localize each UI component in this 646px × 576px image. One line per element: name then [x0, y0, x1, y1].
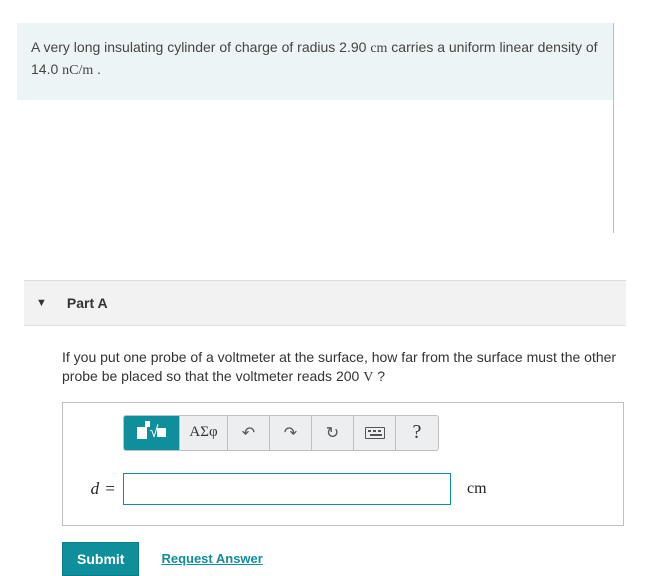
reset-icon: ↻	[326, 423, 339, 443]
templates-button[interactable]: √	[124, 416, 180, 450]
answer-unit: cm	[467, 480, 487, 498]
answer-input[interactable]	[123, 473, 451, 505]
request-answer-link[interactable]: Request Answer	[161, 551, 262, 566]
part-header[interactable]: ▼ Part A	[24, 280, 626, 326]
greek-label: ΑΣφ	[189, 424, 217, 441]
input-row: d = cm	[81, 473, 605, 505]
help-label: ?	[413, 421, 422, 444]
undo-icon: ↶	[242, 423, 255, 443]
templates-icon: √	[137, 425, 167, 441]
redo-icon: ↷	[284, 423, 297, 443]
problem-text-after: .	[93, 61, 101, 77]
equals-sign: =	[101, 479, 115, 498]
undo-button[interactable]: ↶	[228, 416, 270, 450]
submit-button[interactable]: Submit	[62, 542, 139, 576]
variable-name: d	[91, 479, 100, 498]
problem-unit-cm: cm	[370, 41, 387, 56]
keyboard-icon	[365, 427, 385, 439]
question-after: ?	[373, 368, 385, 384]
formula-toolbar: √ ΑΣφ ↶ ↷ ↻ ?	[123, 415, 439, 451]
problem-unit-ncm: nC/m	[62, 63, 93, 78]
keyboard-button[interactable]	[354, 416, 396, 450]
part-label: Part A	[67, 295, 108, 311]
variable-label: d =	[81, 479, 115, 499]
problem-statement: A very long insulating cylinder of charg…	[17, 23, 613, 100]
help-button[interactable]: ?	[396, 416, 438, 450]
vertical-divider	[613, 23, 614, 233]
question-before: If you put one probe of a voltmeter at t…	[62, 349, 616, 385]
problem-text: A very long insulating cylinder of charg…	[31, 39, 370, 55]
greek-button[interactable]: ΑΣφ	[180, 416, 228, 450]
answer-area: √ ΑΣφ ↶ ↷ ↻ ? d = cm	[62, 402, 624, 526]
reset-button[interactable]: ↻	[312, 416, 354, 450]
collapse-icon: ▼	[36, 297, 47, 309]
question-unit: V	[363, 370, 373, 385]
question-text: If you put one probe of a voltmeter at t…	[62, 348, 624, 388]
action-row: Submit Request Answer	[62, 542, 624, 576]
redo-button[interactable]: ↷	[270, 416, 312, 450]
